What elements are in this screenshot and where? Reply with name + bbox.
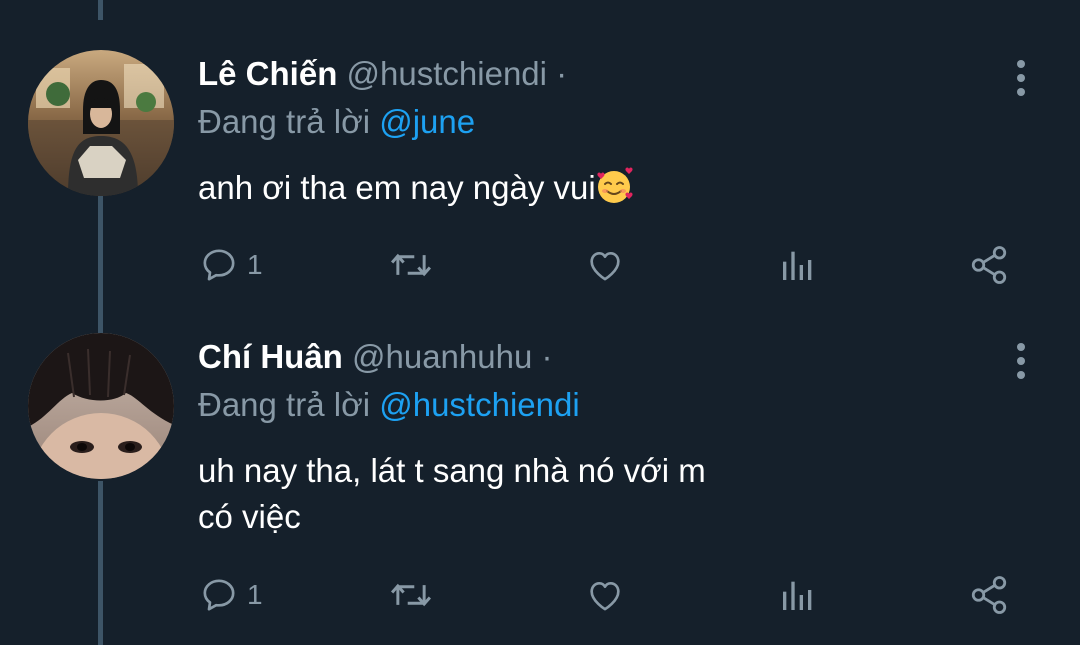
replying-to: Đang trả lời @hustchiendi (198, 385, 580, 425)
share-icon (971, 576, 1007, 614)
like-icon (590, 252, 620, 281)
tweet-text-content: anh ơi tha em nay ngày vui (198, 169, 596, 206)
tweet[interactable]: Lê Chiến @hustchiendi · Đang trả lời @ju… (0, 50, 1080, 310)
stats-icon (783, 251, 812, 280)
tweet-header: Chí Huân @huanhuhu · (198, 337, 553, 377)
handle[interactable]: @huanhuhu (352, 338, 532, 375)
retweet-button[interactable] (388, 570, 434, 620)
reply-button[interactable]: 1 (199, 240, 263, 290)
more-options-button[interactable] (1010, 60, 1032, 96)
tweet-text: anh ơi tha em nay ngày vui (198, 165, 818, 211)
retweet-icon (390, 583, 432, 607)
avatar-photo (28, 333, 174, 479)
stats-button[interactable] (778, 240, 818, 290)
separator: · (556, 55, 568, 92)
avatar[interactable] (28, 333, 174, 479)
reply-mention[interactable]: @june (379, 103, 475, 140)
smiling-face-with-hearts-icon (594, 166, 634, 206)
stats-icon (783, 581, 812, 610)
tweet-actions: 1 (0, 570, 1080, 620)
share-button[interactable] (968, 570, 1010, 620)
tweet-text-line: uh nay tha, lát t sang nhà nó với m (198, 452, 706, 489)
tweet-text: uh nay tha, lát t sang nhà nó với m có v… (198, 448, 818, 540)
tweet-actions: 1 (0, 240, 1080, 290)
reply-prefix: Đang trả lời (198, 386, 371, 423)
display-name[interactable]: Lê Chiến (198, 55, 337, 92)
more-icon (1017, 343, 1025, 351)
avatar[interactable] (28, 50, 174, 196)
more-icon (1017, 60, 1025, 68)
tweet[interactable]: Chí Huân @huanhuhu · Đang trả lời @hustc… (0, 333, 1080, 623)
display-name[interactable]: Chí Huân (198, 338, 343, 375)
replying-to: Đang trả lời @june (198, 102, 475, 142)
reply-count: 1 (247, 579, 263, 610)
stats-button[interactable] (778, 570, 818, 620)
tweet-header: Lê Chiến @hustchiendi · (198, 54, 567, 94)
like-button[interactable] (584, 240, 626, 290)
tweet-text-line: có việc (198, 498, 301, 535)
like-button[interactable] (584, 570, 626, 620)
reply-icon (203, 579, 235, 611)
retweet-button[interactable] (388, 240, 434, 290)
reply-icon (203, 249, 235, 281)
share-button[interactable] (968, 240, 1010, 290)
more-options-button[interactable] (1010, 343, 1032, 379)
reply-button[interactable]: 1 (199, 570, 263, 620)
reply-count: 1 (247, 249, 263, 280)
reply-mention[interactable]: @hustchiendi (379, 386, 579, 423)
separator: · (541, 338, 553, 375)
share-icon (971, 246, 1007, 284)
retweet-icon (390, 253, 432, 277)
handle[interactable]: @hustchiendi (347, 55, 547, 92)
like-icon (590, 582, 620, 611)
reply-prefix: Đang trả lời (198, 103, 371, 140)
avatar-photo (28, 50, 174, 196)
thread-line (98, 0, 103, 20)
